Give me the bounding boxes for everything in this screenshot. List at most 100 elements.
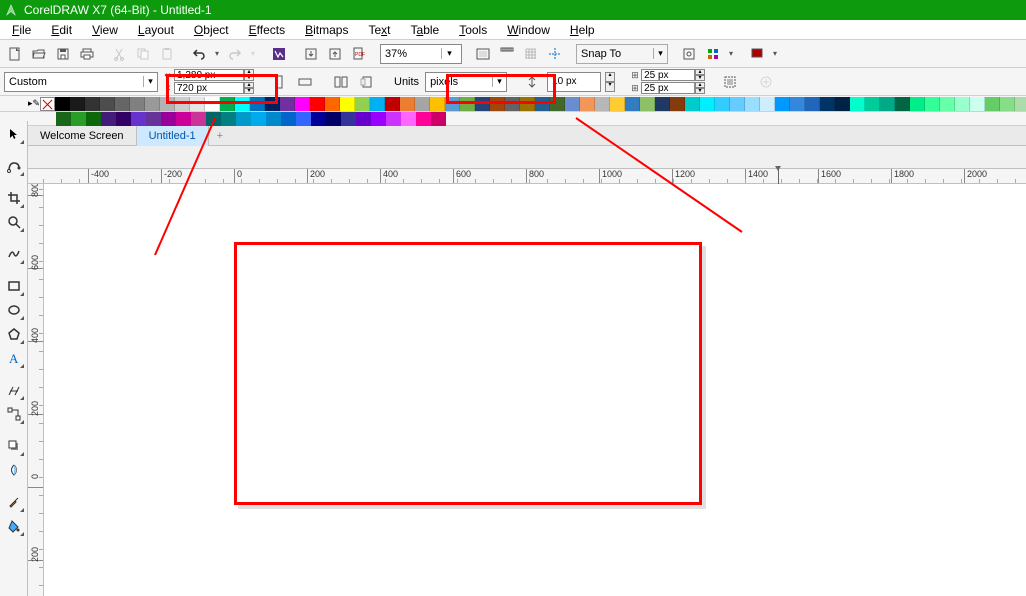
show-hide-grid-button[interactable] [520,43,542,65]
transparency-tool[interactable] [3,459,25,481]
color-swatch[interactable] [775,97,790,111]
color-swatch[interactable] [595,97,610,111]
options-button[interactable] [678,43,700,65]
color-swatch[interactable] [205,97,220,111]
color-swatch[interactable] [356,112,371,126]
color-swatch[interactable] [70,97,85,111]
undo-button[interactable] [188,43,210,65]
page-height-spinner[interactable]: ▴▾ [244,82,254,94]
color-swatch[interactable] [340,97,355,111]
color-swatch[interactable] [415,97,430,111]
color-swatch[interactable] [175,97,190,111]
color-swatch[interactable] [311,112,326,126]
color-swatch[interactable] [640,97,655,111]
menu-bitmaps[interactable]: Bitmaps [297,21,356,39]
open-button[interactable] [28,43,50,65]
save-button[interactable] [52,43,74,65]
landscape-button[interactable] [294,71,316,93]
color-swatch[interactable] [910,97,925,111]
vertical-ruler[interactable]: 8006004002000200 [28,184,44,596]
color-swatch[interactable] [100,97,115,111]
snap-to-combo[interactable]: Snap To ▾ [576,44,668,64]
color-swatch[interactable] [805,97,820,111]
show-hide-guidelines-button[interactable] [544,43,566,65]
color-swatch[interactable] [835,97,850,111]
color-swatch[interactable] [101,112,116,126]
color-swatch[interactable] [296,112,311,126]
color-swatch[interactable] [220,97,235,111]
color-swatch[interactable] [370,97,385,111]
color-swatch[interactable] [1015,97,1026,111]
page-preset-dropdown-icon[interactable]: ▾ [143,76,157,87]
color-swatch[interactable] [371,112,386,126]
horizontal-ruler[interactable]: -400-20002004006008001000120014001600180… [28,168,1026,184]
crop-tool[interactable] [3,187,25,209]
print-button[interactable] [76,43,98,65]
color-swatch[interactable] [116,112,131,126]
ellipse-tool[interactable] [3,299,25,321]
duplicate-y-input[interactable] [641,82,695,94]
menu-edit[interactable]: Edit [43,21,80,39]
menu-window[interactable]: Window [499,21,558,39]
color-swatch[interactable] [176,112,191,126]
color-swatch[interactable] [85,97,100,111]
palette-eyedropper-icon[interactable]: ✎ [33,97,41,111]
zoom-tool[interactable] [3,211,25,233]
color-swatch[interactable] [206,112,221,126]
color-swatch[interactable] [670,97,685,111]
tab-add-button[interactable]: + [209,128,231,144]
fullscreen-preview-button[interactable] [472,43,494,65]
color-swatch[interactable] [790,97,805,111]
color-swatch[interactable] [416,112,431,126]
color-swatch[interactable] [191,112,206,126]
color-eyedropper-tool[interactable] [3,491,25,513]
color-swatch[interactable] [820,97,835,111]
menu-help[interactable]: Help [562,21,603,39]
show-hide-rulers-button[interactable] [496,43,518,65]
color-swatch[interactable] [520,97,535,111]
units-combo[interactable]: pixels ▾ [425,72,507,92]
swatch-none[interactable] [40,97,55,111]
treat-as-filled-button[interactable] [719,71,741,93]
menu-layout[interactable]: Layout [130,21,182,39]
interactive-fill-tool[interactable] [3,515,25,537]
welcome-dropdown[interactable]: ▾ [770,43,780,65]
color-swatch[interactable] [550,97,565,111]
color-swatch[interactable] [535,97,550,111]
color-swatch[interactable] [71,112,86,126]
color-swatch[interactable] [146,112,161,126]
text-tool[interactable]: A [3,347,25,369]
color-swatch[interactable] [131,112,146,126]
color-swatch[interactable] [895,97,910,111]
drawing-canvas[interactable] [44,184,1026,596]
polygon-tool[interactable] [3,323,25,345]
color-swatch[interactable] [430,97,445,111]
color-swatch[interactable] [385,97,400,111]
menu-tools[interactable]: Tools [451,21,495,39]
zoom-level-combo[interactable]: ▾ [380,44,462,64]
color-swatch[interactable] [580,97,595,111]
color-swatch[interactable] [310,97,325,111]
color-swatch[interactable] [880,97,895,111]
color-swatch[interactable] [655,97,670,111]
color-swatch[interactable] [386,112,401,126]
page-height-input[interactable] [174,82,244,94]
color-swatch[interactable] [161,112,176,126]
current-page-button[interactable] [356,71,378,93]
app-launcher-dropdown[interactable]: ▾ [726,43,736,65]
parallel-dimension-tool[interactable] [3,379,25,401]
color-swatch[interactable] [281,112,296,126]
color-swatch[interactable] [86,112,101,126]
color-swatch[interactable] [685,97,700,111]
menu-object[interactable]: Object [186,21,237,39]
dup-y-spinner[interactable]: ▴▾ [695,82,705,94]
color-swatch[interactable] [505,97,520,111]
all-pages-button[interactable] [330,71,352,93]
tab-welcome-screen[interactable]: Welcome Screen [28,126,137,146]
color-swatch[interactable] [235,97,250,111]
color-swatch[interactable] [56,112,71,126]
dup-x-spinner[interactable]: ▴▾ [695,69,705,81]
duplicate-x-input[interactable] [641,69,695,81]
tab-untitled-1[interactable]: Untitled-1 [137,126,209,146]
menu-effects[interactable]: Effects [241,21,293,39]
